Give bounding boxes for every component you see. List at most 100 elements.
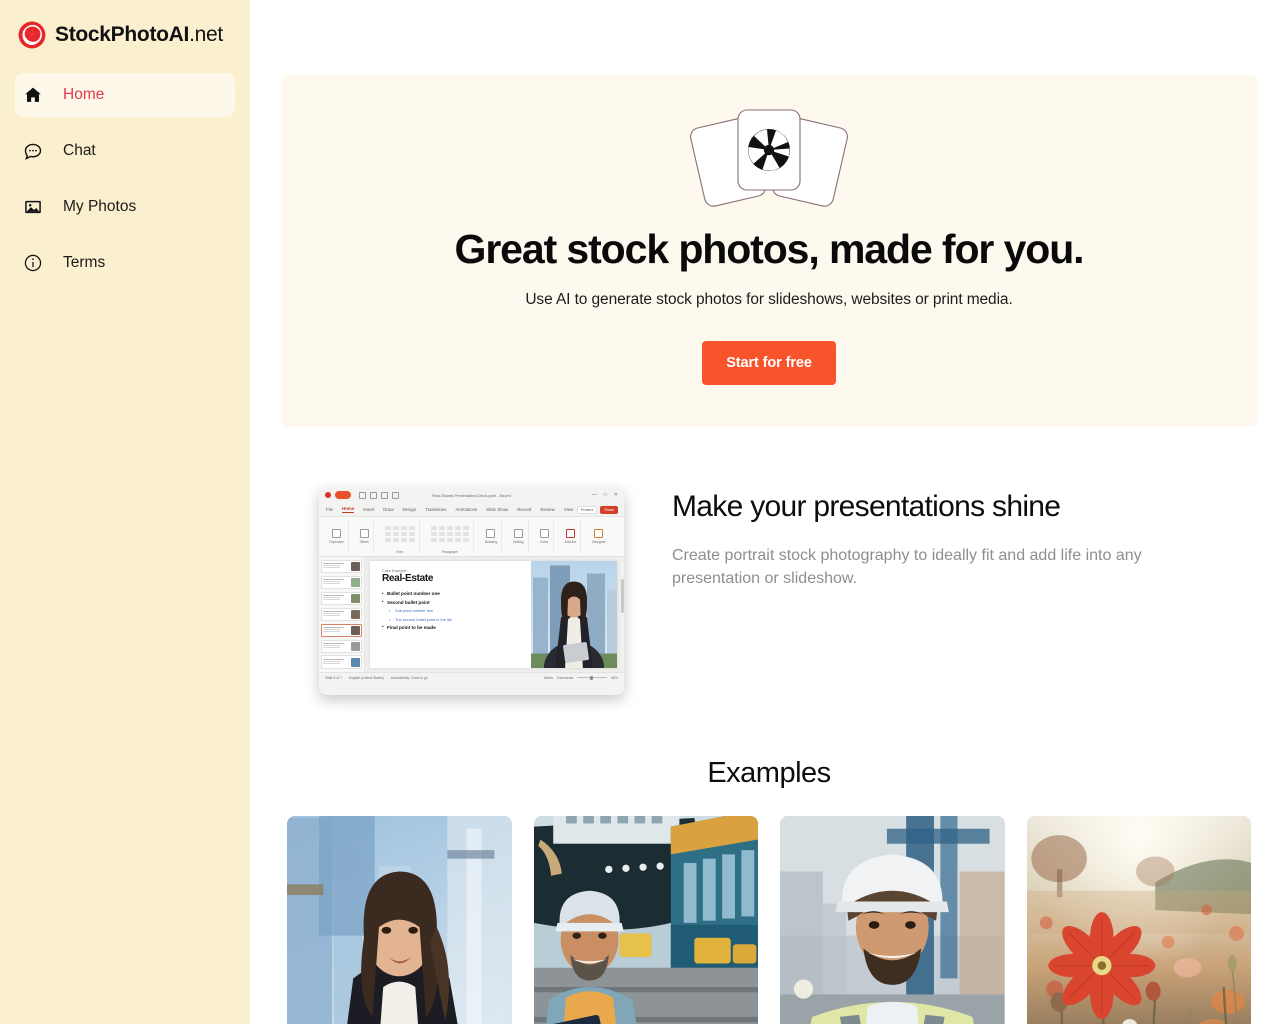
- powerpoint-document-title: Real-Estate-Presentation-Deck.pptx - Sav…: [432, 492, 511, 498]
- tab-review[interactable]: Review: [540, 507, 554, 512]
- ribbon-group-slides[interactable]: Slides: [356, 519, 374, 554]
- designer-icon: [594, 529, 604, 539]
- ribbon-group-label: Voice: [539, 540, 549, 545]
- slide-thumbnail[interactable]: [321, 575, 362, 590]
- slide-thumbnail[interactable]: [321, 607, 362, 622]
- businesswoman-image: [287, 815, 512, 1024]
- slide-thumbnail-selected[interactable]: [321, 623, 362, 638]
- zoom-level-label: 68%: [611, 675, 618, 680]
- ribbon-group-editing[interactable]: Editing: [509, 519, 529, 554]
- zoom-slider[interactable]: [577, 675, 608, 680]
- hero-subtitle: Use AI to generate stock photos for slid…: [525, 290, 1013, 308]
- current-slide[interactable]: Case Example: Real-Estate Bullet point n…: [370, 560, 617, 668]
- font-controls: [384, 520, 415, 548]
- powerpoint-titlebar: Real-Estate-Presentation-Deck.pptx - Sav…: [319, 486, 624, 504]
- slide-thumbnail[interactable]: [321, 559, 362, 574]
- status-language: English (United States): [348, 675, 384, 680]
- present-button[interactable]: Present: [577, 505, 598, 514]
- example-card[interactable]: [780, 815, 1005, 1024]
- autosave-toggle[interactable]: [335, 491, 351, 500]
- tab-view[interactable]: View: [564, 507, 573, 512]
- quick-access-toolbar[interactable]: [359, 491, 399, 499]
- tab-insert[interactable]: Insert: [363, 507, 374, 512]
- ribbon-group-label: Designer: [592, 540, 606, 545]
- ribbon-group-label: Clipboard: [329, 540, 344, 545]
- examples-title: Examples: [707, 756, 831, 789]
- hero-section: Great stock photos, made for you. Use AI…: [281, 75, 1257, 427]
- slide-bullet: Bullet point number one: [382, 591, 531, 597]
- ribbon-group-clipboard[interactable]: Clipboard: [325, 519, 349, 554]
- ribbon-group-label: Add-ins: [564, 540, 577, 545]
- ribbon-group-addins[interactable]: Add-ins: [561, 519, 582, 554]
- brand-name-thin: .net: [189, 23, 223, 46]
- feature-section: Real-Estate-Presentation-Deck.pptx - Sav…: [281, 482, 1257, 695]
- hero-artwork: [321, 101, 1217, 213]
- new-slide-icon: [359, 529, 369, 539]
- slide-editor-canvas[interactable]: Case Example: Real-Estate Bullet point n…: [365, 556, 621, 672]
- ribbon-group-label: Paragraph: [441, 549, 458, 554]
- sidebar-item-label: Terms: [63, 254, 106, 271]
- slide-title: Real-Estate: [382, 573, 434, 585]
- slide-bullet: Final point to be made: [382, 624, 531, 630]
- tab-record[interactable]: Record: [517, 507, 531, 512]
- stacked-photo-cards-aperture-icon: [690, 109, 848, 207]
- share-button[interactable]: Share: [600, 505, 618, 514]
- slide-thumbnail[interactable]: [321, 655, 362, 669]
- powerpoint-body: Case Example: Real-Estate Bullet point n…: [319, 556, 624, 672]
- powerpoint-status-bar: Slide 5 of 7 English (United States) Acc…: [319, 671, 624, 683]
- slide-bullet-list: Bullet point number one Second bullet po…: [382, 591, 531, 630]
- feature-title: Make your presentations shine: [672, 489, 1061, 523]
- dock-worker-image: [533, 815, 758, 1024]
- addins-icon: [565, 529, 575, 539]
- slide-thumbnail-panel[interactable]: [319, 556, 365, 672]
- ribbon-group-font[interactable]: Font: [381, 519, 420, 554]
- info-icon: [22, 253, 43, 274]
- slide-thumbnail[interactable]: [321, 639, 362, 653]
- tab-transitions[interactable]: Transitions: [425, 507, 446, 512]
- powerpoint-ribbon: Clipboard Slides Font Paragraph Drawing …: [319, 516, 624, 557]
- slide-scrollbar[interactable]: [621, 556, 624, 672]
- ribbon-group-drawing[interactable]: Drawing: [481, 519, 503, 554]
- status-slide-number: Slide 5 of 7: [325, 675, 342, 680]
- ribbon-group-paragraph[interactable]: Paragraph: [427, 519, 474, 554]
- tab-design[interactable]: Design: [403, 507, 417, 512]
- flower-image: [1026, 815, 1251, 1024]
- tab-home[interactable]: Home: [342, 506, 355, 514]
- paste-icon: [331, 529, 341, 539]
- sidebar-item-label: Chat: [63, 142, 96, 159]
- examples-grid: [281, 815, 1257, 1024]
- powerpoint-ribbon-tabs[interactable]: File Home Insert Draw Design Transitions…: [319, 503, 624, 517]
- sidebar-item-terms[interactable]: Terms: [15, 241, 235, 285]
- tab-draw[interactable]: Draw: [383, 507, 393, 512]
- ribbon-group-designer[interactable]: Designer: [588, 520, 610, 554]
- tab-slide-show[interactable]: Slide Show: [486, 507, 508, 512]
- slide-image: [531, 560, 617, 668]
- example-card[interactable]: [287, 815, 512, 1024]
- page-title: Great stock photos, made for you.: [454, 226, 1085, 272]
- brand-logo-link[interactable]: StockPhotoAI.net: [0, 0, 250, 52]
- example-card[interactable]: [533, 815, 758, 1024]
- sidebar-item-my-photos[interactable]: My Photos: [15, 185, 235, 229]
- feature-description: Create portrait stock photography to ide…: [672, 546, 1142, 588]
- feature-copy: Make your presentations shine Create por…: [672, 482, 1257, 590]
- sidebar-item-chat[interactable]: Chat: [15, 129, 235, 173]
- status-notes-button[interactable]: Notes: [544, 676, 553, 680]
- search-icon: [513, 529, 523, 539]
- status-comments-button[interactable]: Comments: [557, 676, 573, 680]
- example-card[interactable]: [1026, 815, 1251, 1024]
- slide-sub-bullet: Sub point number two: [382, 608, 531, 613]
- start-for-free-button[interactable]: Start for free: [702, 340, 836, 385]
- sidebar-item-home[interactable]: Home: [15, 73, 235, 117]
- tab-file[interactable]: File: [326, 507, 333, 512]
- ribbon-group-voice[interactable]: Voice: [536, 519, 554, 554]
- powerpoint-screenshot: Real-Estate-Presentation-Deck.pptx - Sav…: [319, 482, 624, 695]
- brand-name-bold: StockPhotoAI: [55, 23, 190, 46]
- ribbon-right-actions: Present Share: [577, 505, 618, 514]
- home-icon: [22, 85, 43, 106]
- slide-thumbnail[interactable]: [321, 591, 362, 606]
- sidebar-item-label: Home: [63, 86, 105, 103]
- window-controls[interactable]: — □ ✕: [592, 492, 618, 498]
- status-accessibility: Accessibility: Good to go: [390, 675, 428, 680]
- sidebar-nav: Home Chat My Photos Terms: [0, 73, 250, 285]
- tab-animations[interactable]: Animations: [456, 507, 478, 512]
